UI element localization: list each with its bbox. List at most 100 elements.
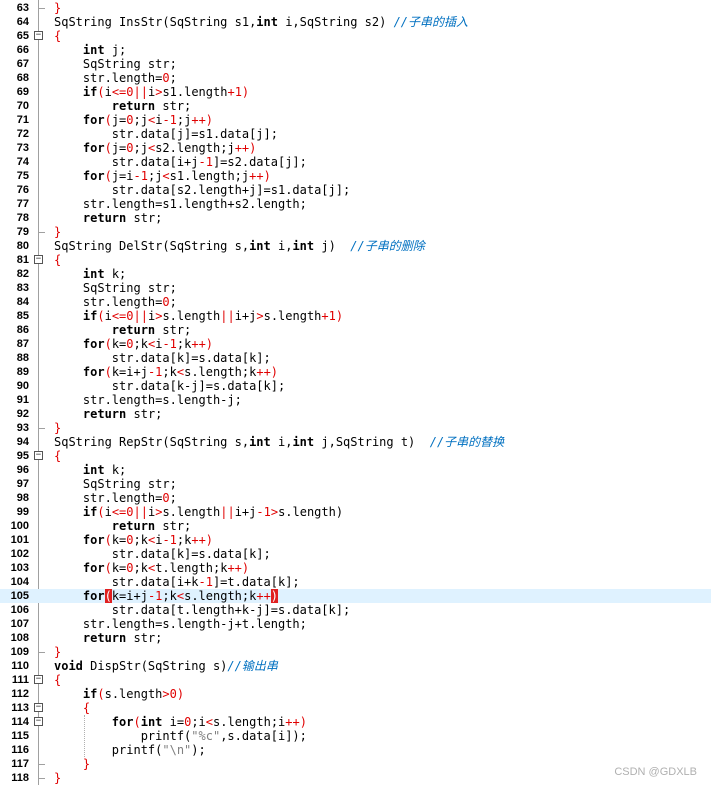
code-line[interactable]: 68 str.length=0; <box>0 71 711 85</box>
code-line[interactable]: 84 str.length=0; <box>0 295 711 309</box>
code-token: int <box>292 435 315 449</box>
fold-end-marker <box>38 652 45 653</box>
code-line[interactable]: 113− { <box>0 701 711 715</box>
code-line[interactable]: 76 str.data[s2.length+j]=s1.data[j]; <box>0 183 711 197</box>
code-line[interactable]: 85 if(i<=0||i>s.length||i+j>s.length+1) <box>0 309 711 323</box>
code-line[interactable]: 79} <box>0 225 711 239</box>
code-token: ;k <box>162 365 177 379</box>
code-line[interactable]: 87 for(k=0;k<i-1;k++) <box>0 337 711 351</box>
code-line[interactable]: 74 str.data[i+j-1]=s2.data[j]; <box>0 155 711 169</box>
code-line[interactable]: 77 str.length=s1.length+s2.length; <box>0 197 711 211</box>
code-line[interactable]: 67 SqString str; <box>0 57 711 71</box>
code-text: str.length=s1.length+s2.length; <box>54 197 307 211</box>
code-token: ( <box>97 505 105 519</box>
code-editor[interactable]: 63} 64 SqString InsStr(SqString s1,int i,S… <box>0 0 711 785</box>
code-line[interactable]: 104 str.data[i+k-1]=t.data[k]; <box>0 575 711 589</box>
code-line[interactable]: 112 if(s.length>0) <box>0 687 711 701</box>
code-line[interactable]: 94 SqString RepStr(SqString s,int i,int j… <box>0 435 711 449</box>
code-line[interactable]: 103 for(k=0;k<t.length;k++) <box>0 561 711 575</box>
code-line[interactable]: 73 for(j=0;j<s2.length;j++) <box>0 141 711 155</box>
fold-collapse-icon[interactable]: − <box>34 717 43 726</box>
fold-collapse-icon[interactable]: − <box>34 675 43 684</box>
line-number: 87 <box>16 338 29 350</box>
code-line[interactable]: 69 if(i<=0||i>s1.length+1) <box>0 85 711 99</box>
code-line[interactable]: 70 return str; <box>0 99 711 113</box>
code-line[interactable]: 118} <box>0 771 711 785</box>
code-line[interactable]: 71 for(j=0;j<i-1;j++) <box>0 113 711 127</box>
line-number: 90 <box>16 380 29 392</box>
code-text: str.data[j]=s1.data[j]; <box>54 127 278 141</box>
code-line[interactable]: 107 str.length=s.length-j+t.length; <box>0 617 711 631</box>
code-line[interactable]: 80 SqString DelStr(SqString s,int i,int j… <box>0 239 711 253</box>
code-line[interactable]: 99 if(i<=0||i>s.length||i+j-1>s.length) <box>0 505 711 519</box>
fold-collapse-icon[interactable]: − <box>34 31 43 40</box>
code-line[interactable]: 91 str.length=s.length-j; <box>0 393 711 407</box>
code-line[interactable]: 102 str.data[k]=s.data[k]; <box>0 547 711 561</box>
code-line[interactable]: 115 printf("%c",s.data[i]); <box>0 729 711 743</box>
fold-collapse-icon[interactable]: − <box>34 703 43 712</box>
code-line[interactable]: 109} <box>0 645 711 659</box>
code-line[interactable]: 105 for(k=i+j-1;k<s.length;k++) <box>0 589 711 603</box>
code-text: for(int i=0;i<s.length;i++) <box>54 715 307 729</box>
code-token: ; <box>169 491 177 505</box>
code-line[interactable]: 86 return str; <box>0 323 711 337</box>
code-line[interactable]: 75 for(j=i-1;j<s1.length;j++) <box>0 169 711 183</box>
fold-collapse-icon[interactable]: − <box>34 451 43 460</box>
code-text: str.length=s.length-j; <box>54 393 242 407</box>
code-text: for(k=i+j-1;k<s.length;k++) <box>54 365 278 379</box>
code-line[interactable]: 81− { <box>0 253 711 267</box>
code-line[interactable]: 108 return str; <box>0 631 711 645</box>
code-token: for <box>111 715 134 729</box>
code-token: i <box>104 85 112 99</box>
code-line[interactable]: 106 str.data[t.length+k-j]=s.data[k]; <box>0 603 711 617</box>
code-line[interactable]: 72 str.data[j]=s1.data[j]; <box>0 127 711 141</box>
code-line[interactable]: 90 str.data[k-j]=s.data[k]; <box>0 379 711 393</box>
code-line[interactable]: 83 SqString str; <box>0 281 711 295</box>
code-line[interactable]: 114− for(int i=0;i<s.length;i++) <box>0 715 711 729</box>
code-text: printf("%c",s.data[i]); <box>54 729 307 743</box>
code-token: ;k <box>162 589 177 603</box>
code-line[interactable]: 65− { <box>0 29 711 43</box>
code-token: ( <box>104 337 112 351</box>
code-token: || <box>133 505 148 519</box>
code-line[interactable]: 82 int k; <box>0 267 711 281</box>
code-line[interactable]: 66 int j; <box>0 43 711 57</box>
code-token: ++) <box>191 337 214 351</box>
code-token: s.length;k <box>184 365 257 379</box>
code-line[interactable]: 100 return str; <box>0 519 711 533</box>
code-text: } <box>54 757 90 771</box>
line-number: 85 <box>16 310 29 322</box>
code-line[interactable]: 93} <box>0 421 711 435</box>
code-line[interactable]: 92 return str; <box>0 407 711 421</box>
code-line[interactable]: 96 int k; <box>0 463 711 477</box>
code-line[interactable]: 64 SqString InsStr(SqString s1,int i,SqSt… <box>0 15 711 29</box>
code-line[interactable]: 95− { <box>0 449 711 463</box>
code-line[interactable]: 101 for(k=0;k<i-1;k++) <box>0 533 711 547</box>
fold-collapse-icon[interactable]: − <box>34 255 43 264</box>
code-line[interactable]: 111− { <box>0 673 711 687</box>
code-text: } <box>54 1 61 15</box>
code-line[interactable]: 116 printf("\n"); <box>0 743 711 757</box>
code-line[interactable]: 97 SqString str; <box>0 477 711 491</box>
code-line[interactable]: 117 } <box>0 757 711 771</box>
code-line[interactable]: 78 return str; <box>0 211 711 225</box>
code-line[interactable]: 88 str.data[k]=s.data[k]; <box>0 351 711 365</box>
code-token: str; <box>155 99 192 113</box>
code-token: ; <box>169 71 177 85</box>
line-number: 118 <box>11 772 29 784</box>
code-line[interactable]: 89 for(k=i+j-1;k<s.length;k++) <box>0 365 711 379</box>
code-line[interactable]: 110 void DispStr(SqString s)//输出串 <box>0 659 711 673</box>
code-line[interactable]: 63} <box>0 1 711 15</box>
code-line[interactable]: 98 str.length=0; <box>0 491 711 505</box>
code-token: i,SqString s2) <box>277 15 394 29</box>
line-number: 108 <box>10 632 29 644</box>
line-number: 101 <box>10 534 29 546</box>
code-token: 0 <box>126 309 134 323</box>
